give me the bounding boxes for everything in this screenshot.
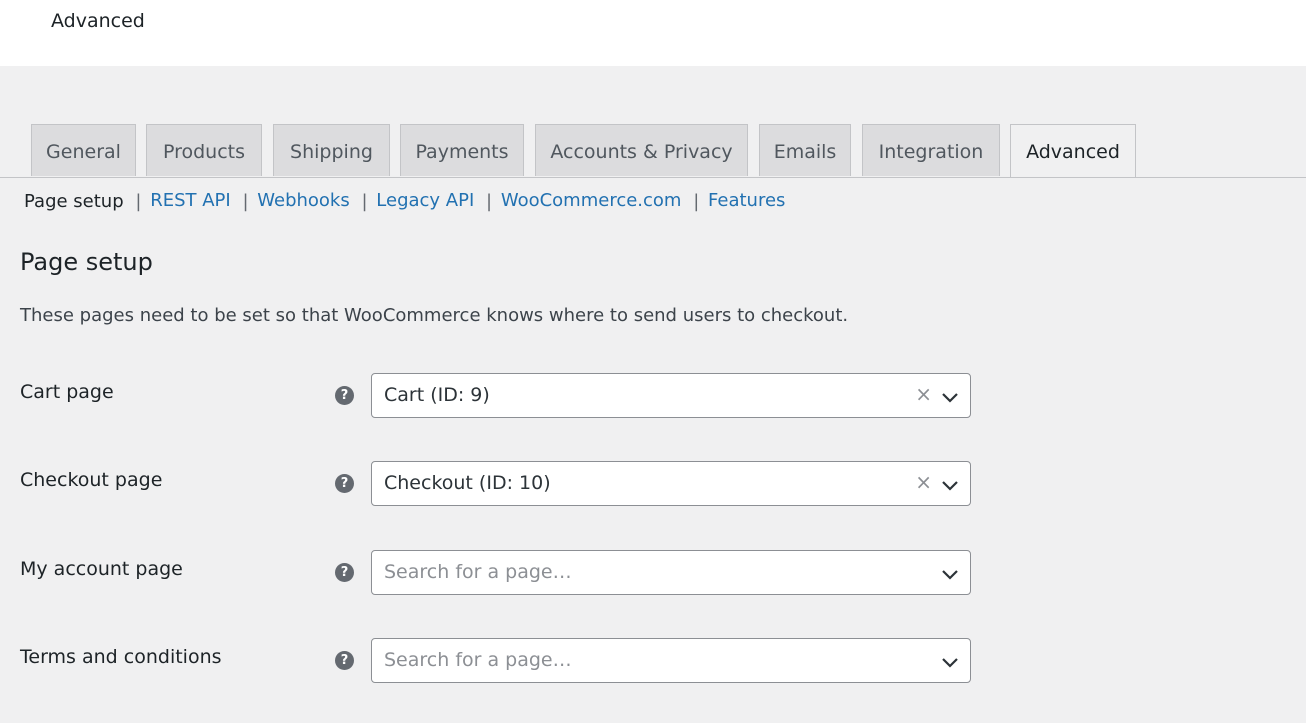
field-label: Terms and conditions bbox=[20, 646, 222, 668]
subnav-rest-api[interactable]: REST API bbox=[150, 190, 231, 211]
subnav-woocommerce-com[interactable]: WooCommerce.com bbox=[501, 190, 682, 211]
page-header-title: Advanced bbox=[51, 10, 145, 32]
tab-integration[interactable]: Integration bbox=[862, 124, 1000, 176]
subnav-webhooks[interactable]: Webhooks bbox=[257, 190, 349, 211]
select-value: Cart (ID: 9) bbox=[384, 384, 490, 406]
chevron-down-icon bbox=[942, 393, 958, 403]
subnav-page-setup: Page setup bbox=[24, 190, 124, 212]
help-icon[interactable]: ? bbox=[335, 563, 354, 582]
section-title: Page setup bbox=[20, 248, 153, 276]
subnav-features[interactable]: Features bbox=[708, 190, 785, 211]
subnav-legacy-api[interactable]: Legacy API bbox=[376, 190, 474, 211]
clear-icon[interactable]: × bbox=[915, 382, 932, 406]
top-header-bar: Advanced bbox=[0, 0, 1306, 66]
select-placeholder: Search for a page… bbox=[384, 649, 572, 671]
clear-icon[interactable]: × bbox=[915, 470, 932, 494]
chevron-down-icon bbox=[942, 658, 958, 668]
my-account-page-select[interactable]: Search for a page… bbox=[371, 550, 971, 595]
tab-shipping[interactable]: Shipping bbox=[273, 124, 390, 176]
cart-page-select[interactable]: Cart (ID: 9) × bbox=[371, 373, 971, 418]
field-label: Checkout page bbox=[20, 469, 163, 491]
subsection-nav: Page setup | REST API | Webhooks | Legac… bbox=[24, 190, 785, 220]
checkout-page-select[interactable]: Checkout (ID: 10) × bbox=[371, 461, 971, 506]
terms-page-select[interactable]: Search for a page… bbox=[371, 638, 971, 683]
field-row-checkout-page: Checkout page ? Checkout (ID: 10) × bbox=[0, 461, 1306, 507]
subnav-separator: | bbox=[242, 190, 249, 212]
subnav-separator: | bbox=[693, 190, 700, 212]
tab-products[interactable]: Products bbox=[146, 124, 262, 176]
tab-advanced[interactable]: Advanced bbox=[1010, 124, 1136, 177]
subnav-separator: | bbox=[135, 190, 142, 212]
tab-payments[interactable]: Payments bbox=[400, 124, 524, 176]
field-label: Cart page bbox=[20, 381, 114, 403]
chevron-down-icon bbox=[942, 481, 958, 491]
help-icon[interactable]: ? bbox=[335, 474, 354, 493]
help-icon[interactable]: ? bbox=[335, 386, 354, 405]
chevron-down-icon bbox=[942, 570, 958, 580]
subnav-separator: | bbox=[486, 190, 493, 212]
help-icon[interactable]: ? bbox=[335, 651, 354, 670]
section-description: These pages need to be set so that WooCo… bbox=[20, 305, 849, 326]
subnav-separator: | bbox=[361, 190, 368, 212]
settings-tabs: General Products Shipping Payments Accou… bbox=[0, 124, 1306, 178]
tab-general[interactable]: General bbox=[31, 124, 136, 176]
field-row-my-account-page: My account page ? Search for a page… bbox=[0, 550, 1306, 596]
tab-emails[interactable]: Emails bbox=[759, 124, 851, 176]
field-row-terms-page: Terms and conditions ? Search for a page… bbox=[0, 638, 1306, 684]
select-placeholder: Search for a page… bbox=[384, 561, 572, 583]
select-value: Checkout (ID: 10) bbox=[384, 472, 551, 494]
field-row-cart-page: Cart page ? Cart (ID: 9) × bbox=[0, 373, 1306, 419]
tab-accounts-privacy[interactable]: Accounts & Privacy bbox=[535, 124, 748, 176]
field-label: My account page bbox=[20, 558, 183, 580]
